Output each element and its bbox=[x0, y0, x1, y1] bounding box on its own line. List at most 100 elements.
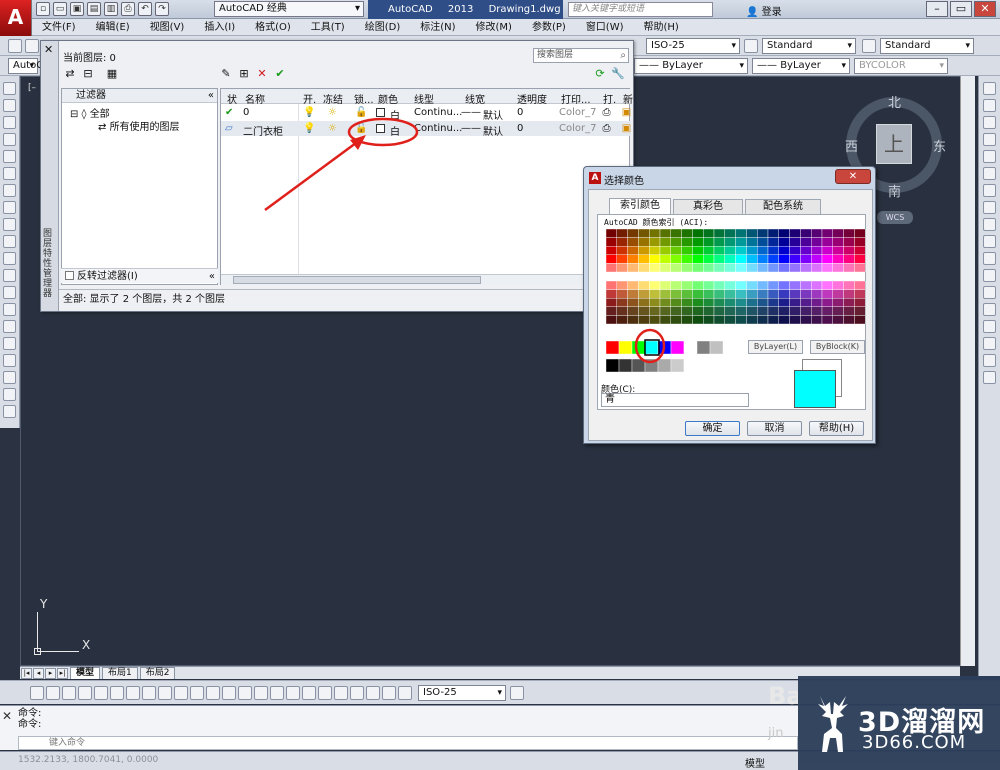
aci-swatch[interactable] bbox=[756, 246, 769, 256]
aci-swatch[interactable] bbox=[746, 229, 758, 238]
aci-swatch[interactable] bbox=[800, 315, 812, 325]
modify-tool-icon[interactable] bbox=[983, 167, 996, 180]
bulb-on-icon[interactable]: 💡 bbox=[303, 123, 315, 134]
aci-swatch[interactable] bbox=[702, 280, 715, 290]
aci-swatch[interactable] bbox=[767, 254, 780, 264]
color-swatch[interactable] bbox=[376, 108, 385, 117]
aci-swatch[interactable] bbox=[638, 297, 650, 307]
aci-swatch[interactable] bbox=[713, 263, 726, 273]
aci-swatch[interactable] bbox=[810, 280, 823, 290]
aci-swatch[interactable] bbox=[692, 306, 704, 316]
aci-swatch[interactable] bbox=[627, 315, 639, 325]
aci-swatch[interactable] bbox=[778, 263, 790, 273]
aci-swatch[interactable] bbox=[789, 263, 801, 273]
viewcube-top-face[interactable]: 上 bbox=[876, 124, 912, 164]
aci-swatch[interactable] bbox=[713, 306, 726, 316]
aci-swatch[interactable] bbox=[800, 289, 812, 299]
aci-swatch[interactable] bbox=[778, 246, 790, 256]
aci-swatch[interactable] bbox=[702, 306, 715, 316]
aci-swatch[interactable] bbox=[746, 297, 758, 307]
aci-swatch[interactable] bbox=[735, 254, 747, 264]
draw-tool-icon[interactable] bbox=[3, 354, 16, 367]
byblock-button[interactable]: ByBlock(K) bbox=[810, 340, 865, 354]
layer-color-name[interactable]: 白 bbox=[390, 107, 400, 122]
dimension-tool-icon[interactable] bbox=[174, 686, 188, 700]
close-icon[interactable]: ✕ bbox=[974, 1, 996, 17]
dim-toolbar-style-select[interactable]: ISO-25 bbox=[418, 685, 506, 701]
aci-swatch[interactable] bbox=[810, 315, 823, 325]
aci-swatch[interactable] bbox=[659, 254, 672, 264]
aci-swatch[interactable] bbox=[638, 246, 650, 256]
layer-name[interactable]: 0 bbox=[243, 107, 249, 118]
restore-icon[interactable]: ▭ bbox=[950, 1, 972, 17]
aci-swatch[interactable] bbox=[713, 315, 726, 325]
aci-swatch[interactable] bbox=[649, 246, 661, 256]
aci-swatch[interactable] bbox=[778, 254, 790, 264]
dimension-tool-icon[interactable] bbox=[350, 686, 364, 700]
dialog-close-icon[interactable]: ✕ bbox=[835, 169, 871, 184]
aci-swatch[interactable] bbox=[854, 237, 866, 247]
aci-swatch[interactable] bbox=[789, 237, 801, 247]
aci-gray-swatch[interactable] bbox=[683, 358, 698, 373]
dimension-tool-icon[interactable] bbox=[222, 686, 236, 700]
aci-swatch[interactable] bbox=[638, 315, 650, 325]
aci-swatch[interactable] bbox=[616, 315, 628, 325]
aci-swatch[interactable] bbox=[800, 246, 812, 256]
dimension-tool-icon[interactable] bbox=[62, 686, 76, 700]
layer-transparency[interactable]: 0 bbox=[517, 107, 523, 118]
column-header[interactable]: 开. bbox=[303, 91, 316, 106]
aci-swatch[interactable] bbox=[821, 237, 834, 247]
dimension-tool-icon[interactable] bbox=[382, 686, 396, 700]
menu-item-2[interactable]: 视图(V) bbox=[140, 19, 195, 35]
compass-west[interactable]: 西 bbox=[845, 136, 858, 155]
compass-south[interactable]: 南 bbox=[888, 181, 901, 200]
aci-swatch[interactable] bbox=[681, 297, 693, 307]
aci-swatch[interactable] bbox=[767, 263, 780, 273]
aci-swatch[interactable] bbox=[681, 237, 693, 247]
lineweight-select[interactable]: —— ByLayer bbox=[752, 58, 850, 74]
modify-tool-icon[interactable] bbox=[983, 320, 996, 333]
last-tab-icon[interactable]: ▸| bbox=[57, 667, 68, 679]
login-button[interactable]: 👤 登录 bbox=[746, 3, 782, 18]
aci-swatch[interactable] bbox=[735, 315, 747, 325]
aci-swatch[interactable] bbox=[702, 289, 715, 299]
aci-swatch[interactable] bbox=[670, 229, 682, 238]
aci-swatch[interactable] bbox=[692, 263, 704, 273]
aci-swatch[interactable] bbox=[606, 229, 618, 238]
aci-swatch[interactable] bbox=[767, 237, 780, 247]
aci-swatch[interactable] bbox=[702, 315, 715, 325]
model-space-button[interactable]: 模型 bbox=[745, 755, 765, 770]
aci-swatch[interactable] bbox=[627, 280, 639, 290]
draw-tool-icon[interactable] bbox=[3, 201, 16, 214]
aci-gray-swatch[interactable] bbox=[631, 358, 646, 373]
draw-tool-icon[interactable] bbox=[3, 150, 16, 163]
aci-swatch[interactable] bbox=[756, 263, 769, 273]
modify-tool-icon[interactable] bbox=[983, 269, 996, 282]
draw-tool-icon[interactable] bbox=[3, 371, 16, 384]
aci-swatch[interactable] bbox=[854, 263, 866, 273]
draw-tool-icon[interactable] bbox=[3, 133, 16, 146]
column-header[interactable]: 锁... bbox=[354, 91, 374, 106]
aci-swatch[interactable] bbox=[659, 263, 672, 273]
aci-swatch[interactable] bbox=[746, 280, 758, 290]
aci-swatch[interactable] bbox=[692, 229, 704, 238]
menu-item-11[interactable]: 帮助(H) bbox=[634, 19, 689, 35]
aci-gray-swatch[interactable] bbox=[644, 358, 659, 373]
collapse-icon[interactable]: « bbox=[209, 269, 215, 284]
aci-swatch[interactable] bbox=[810, 297, 823, 307]
aci-standard-swatch[interactable] bbox=[709, 340, 724, 355]
aci-swatch[interactable] bbox=[702, 297, 715, 307]
aci-swatch[interactable] bbox=[616, 297, 628, 307]
layer-name[interactable]: 二门衣柜 bbox=[243, 123, 283, 138]
aci-swatch[interactable] bbox=[843, 237, 855, 247]
viewport-controls[interactable]: [– bbox=[28, 83, 36, 93]
layer-transparency[interactable]: 0 bbox=[517, 123, 523, 134]
aci-swatch[interactable] bbox=[832, 237, 844, 247]
aci-swatch[interactable] bbox=[843, 306, 855, 316]
aci-swatch[interactable] bbox=[843, 229, 855, 238]
unlock-icon[interactable]: 🔓 bbox=[355, 107, 367, 118]
aci-standard-swatch[interactable] bbox=[644, 340, 659, 355]
tab-true-color[interactable]: 真彩色 bbox=[673, 199, 743, 214]
aci-swatch[interactable] bbox=[692, 246, 704, 256]
layer-states-manager-icon[interactable]: ▦ bbox=[105, 67, 119, 81]
